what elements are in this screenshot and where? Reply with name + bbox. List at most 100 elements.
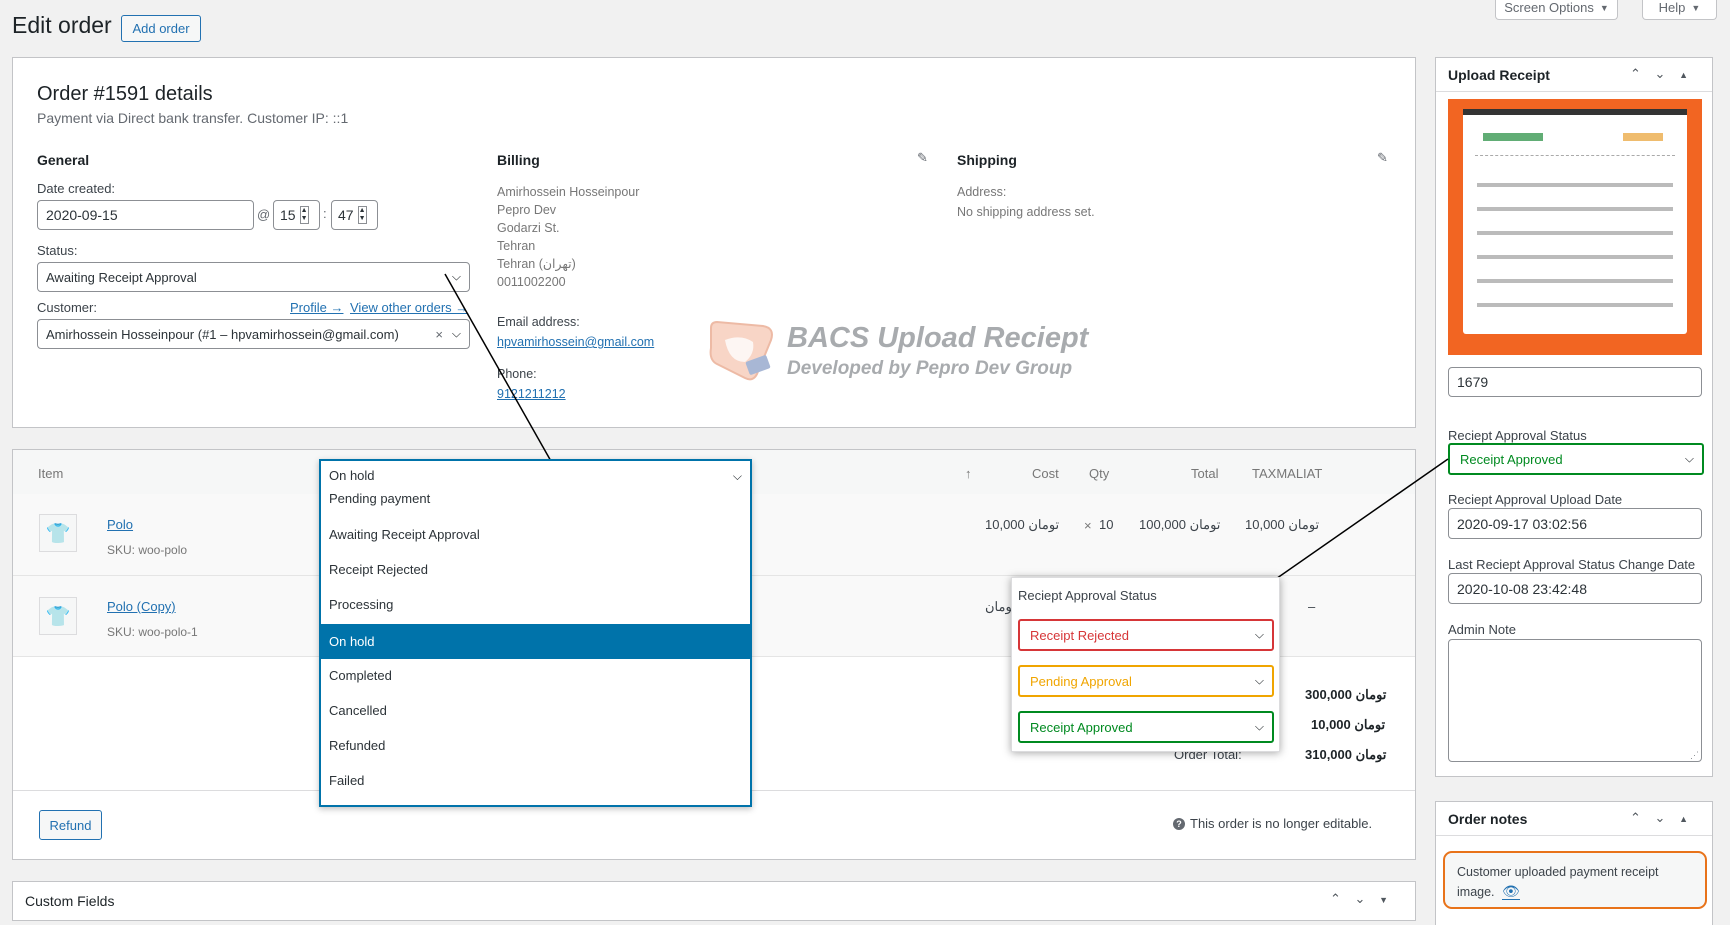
upload-date-label: Reciept Approval Upload Date	[1448, 492, 1623, 507]
date-created-value: 2020-09-15	[46, 207, 118, 223]
attachment-id-input[interactable]: 1679	[1448, 367, 1702, 397]
hour-value: 15	[280, 207, 296, 223]
tshirt-icon: 👕	[45, 605, 71, 628]
chevron-down-icon: ▼	[1599, 2, 1609, 13]
approval-status-select[interactable]: Receipt Approved ⌵	[1448, 443, 1704, 475]
shipping-address-value: No shipping address set.	[957, 205, 1095, 219]
clear-icon[interactable]: ×	[435, 327, 443, 342]
approval-option-label: Pending Approval	[1030, 673, 1132, 689]
admin-note-textarea[interactable]: ⋰	[1448, 639, 1702, 762]
approval-option-approved[interactable]: Receipt Approved ⌵	[1018, 711, 1274, 743]
panel-header-divider	[1436, 91, 1712, 92]
status-option[interactable]: Processing	[321, 589, 750, 621]
phone-link[interactable]: 9121211212	[497, 387, 566, 401]
customer-select[interactable]: Amirhossein Hosseinpour (#1 – hpvamirhos…	[37, 319, 470, 349]
order-subtitle: Payment via Direct bank transfer. Custom…	[37, 110, 349, 126]
tshirt-icon: 👕	[45, 522, 71, 545]
page-title: Edit order	[12, 12, 112, 38]
status-option[interactable]: Completed	[321, 660, 750, 692]
approval-status-popup: Reciept Approval Status Receipt Rejected…	[1011, 577, 1280, 752]
status-option[interactable]: Awaiting Receipt Approval	[321, 519, 750, 551]
product-link[interactable]: Polo (Copy)	[107, 599, 176, 614]
resize-handle-icon[interactable]: ⋰	[1690, 750, 1699, 761]
edit-shipping-icon[interactable]: ✎	[1377, 150, 1388, 166]
chevron-down-icon[interactable]: ⌄	[1355, 891, 1366, 907]
time-colon: :	[323, 206, 327, 221]
add-order-button[interactable]: Add order	[121, 15, 201, 42]
order-title: Order #1591 details	[37, 83, 213, 105]
edit-billing-icon[interactable]: ✎	[917, 150, 928, 166]
not-editable-notice: This order is no longer editable.	[1190, 816, 1373, 831]
shipping-address-label: Address:	[957, 185, 1007, 199]
refund-button[interactable]: Refund	[39, 810, 102, 840]
chevron-up-icon[interactable]: ⌃	[1630, 810, 1641, 826]
chevron-up-icon[interactable]: ⌃	[1330, 891, 1341, 907]
change-date-input[interactable]: 2020-10-08 23:42:48	[1448, 573, 1702, 604]
email-link[interactable]: hpvamirhossein@gmail.com	[497, 335, 654, 349]
upload-date-value: 2020-09-17 03:02:56	[1457, 515, 1587, 532]
order-total-value: 310,000 تومان	[1305, 747, 1387, 762]
status-dropdown: On hold ⌵ Pending payment Awaiting Recei…	[319, 459, 752, 807]
receipt-paper	[1463, 109, 1687, 334]
spinner-icon[interactable]: ▲ ▼	[357, 206, 367, 224]
eye-icon[interactable]: 👁	[1502, 883, 1520, 900]
chevron-down-icon[interactable]: ⌄	[1655, 810, 1666, 826]
items-subtotal-value: 300,000 تومان	[1305, 687, 1387, 702]
toggle-panel-icon[interactable]: ▼	[1379, 895, 1388, 905]
help-button[interactable]: Help ▼	[1642, 0, 1717, 20]
profile-link[interactable]: Profile →	[290, 300, 343, 315]
item-cost: 10,000 تومان	[985, 517, 1060, 532]
minute-value: 47	[338, 207, 354, 223]
screen-options-label: Screen Options	[1504, 0, 1594, 15]
date-created-input[interactable]: 2020-09-15	[37, 200, 254, 230]
status-option[interactable]: Receipt Rejected	[321, 554, 750, 586]
approval-option-label: Receipt Rejected	[1030, 627, 1129, 643]
item-tax: –	[1308, 599, 1316, 614]
watermark: BACS Upload Reciept Developed by Pepro D…	[705, 318, 1115, 390]
minute-input[interactable]: 47 ▲ ▼	[331, 200, 378, 230]
receipt-image[interactable]	[1448, 99, 1702, 355]
admin-note-label: Admin Note	[1448, 622, 1516, 637]
change-date-label: Last Reciept Approval Status Change Date	[1448, 557, 1696, 572]
general-heading: General	[37, 152, 90, 168]
chevron-down-icon: ⌵	[1254, 627, 1264, 642]
sort-icon[interactable]: ↑	[965, 466, 972, 481]
upload-receipt-title: Upload Receipt	[1448, 67, 1550, 83]
custom-fields-panel	[12, 881, 1416, 921]
status-option[interactable]: Refunded	[321, 730, 750, 762]
chevron-up-icon[interactable]: ⌃	[1630, 66, 1641, 82]
item-total: 100,000 تومان	[1139, 517, 1221, 532]
at-symbol: @	[257, 207, 271, 222]
order-notes-controls: ⌃ ⌄ ▲	[1620, 810, 1688, 826]
status-option[interactable]: Cancelled	[321, 695, 750, 727]
chevron-down-icon: ⌵	[451, 269, 461, 284]
qty-times: ×	[1084, 518, 1092, 533]
status-option[interactable]: Failed	[321, 765, 750, 797]
approval-option-pending[interactable]: Pending Approval ⌵	[1018, 665, 1274, 697]
view-other-orders-link[interactable]: View other orders →	[350, 300, 468, 315]
order-note: Customer uploaded payment receipt image.…	[1443, 851, 1707, 909]
product-link[interactable]: Polo	[107, 517, 133, 532]
approval-popup-title: Reciept Approval Status	[1018, 588, 1157, 603]
date-created-label: Date created:	[37, 181, 116, 196]
toggle-panel-icon[interactable]: ▲	[1679, 814, 1688, 824]
upload-date-input[interactable]: 2020-09-17 03:02:56	[1448, 508, 1702, 539]
customer-label: Customer:	[37, 300, 97, 315]
help-circle-icon: ?	[1173, 818, 1185, 830]
spinner-icon[interactable]: ▲ ▼	[299, 206, 309, 224]
approval-status-value: Receipt Approved	[1460, 451, 1563, 467]
watermark-subtitle: Developed by Pepro Dev Group	[787, 358, 1073, 379]
chevron-down-icon[interactable]: ⌄	[1655, 66, 1666, 82]
toggle-panel-icon[interactable]: ▲	[1679, 70, 1688, 80]
status-option-selected[interactable]: On hold	[321, 624, 750, 659]
billing-line: Amirhossein Hosseinpour	[497, 185, 640, 199]
col-total-header: Total	[1191, 466, 1219, 481]
hour-input[interactable]: 15 ▲ ▼	[273, 200, 320, 230]
change-date-value: 2020-10-08 23:42:48	[1457, 580, 1587, 597]
status-select[interactable]: Awaiting Receipt Approval ⌵	[37, 262, 470, 292]
approval-option-rejected[interactable]: Receipt Rejected ⌵	[1018, 619, 1274, 651]
screen-options-button[interactable]: Screen Options ▼	[1495, 0, 1618, 20]
approval-option-label: Receipt Approved	[1030, 719, 1133, 735]
status-dropdown-selected[interactable]: On hold ⌵	[321, 461, 750, 491]
panel-header-divider	[1436, 835, 1712, 836]
